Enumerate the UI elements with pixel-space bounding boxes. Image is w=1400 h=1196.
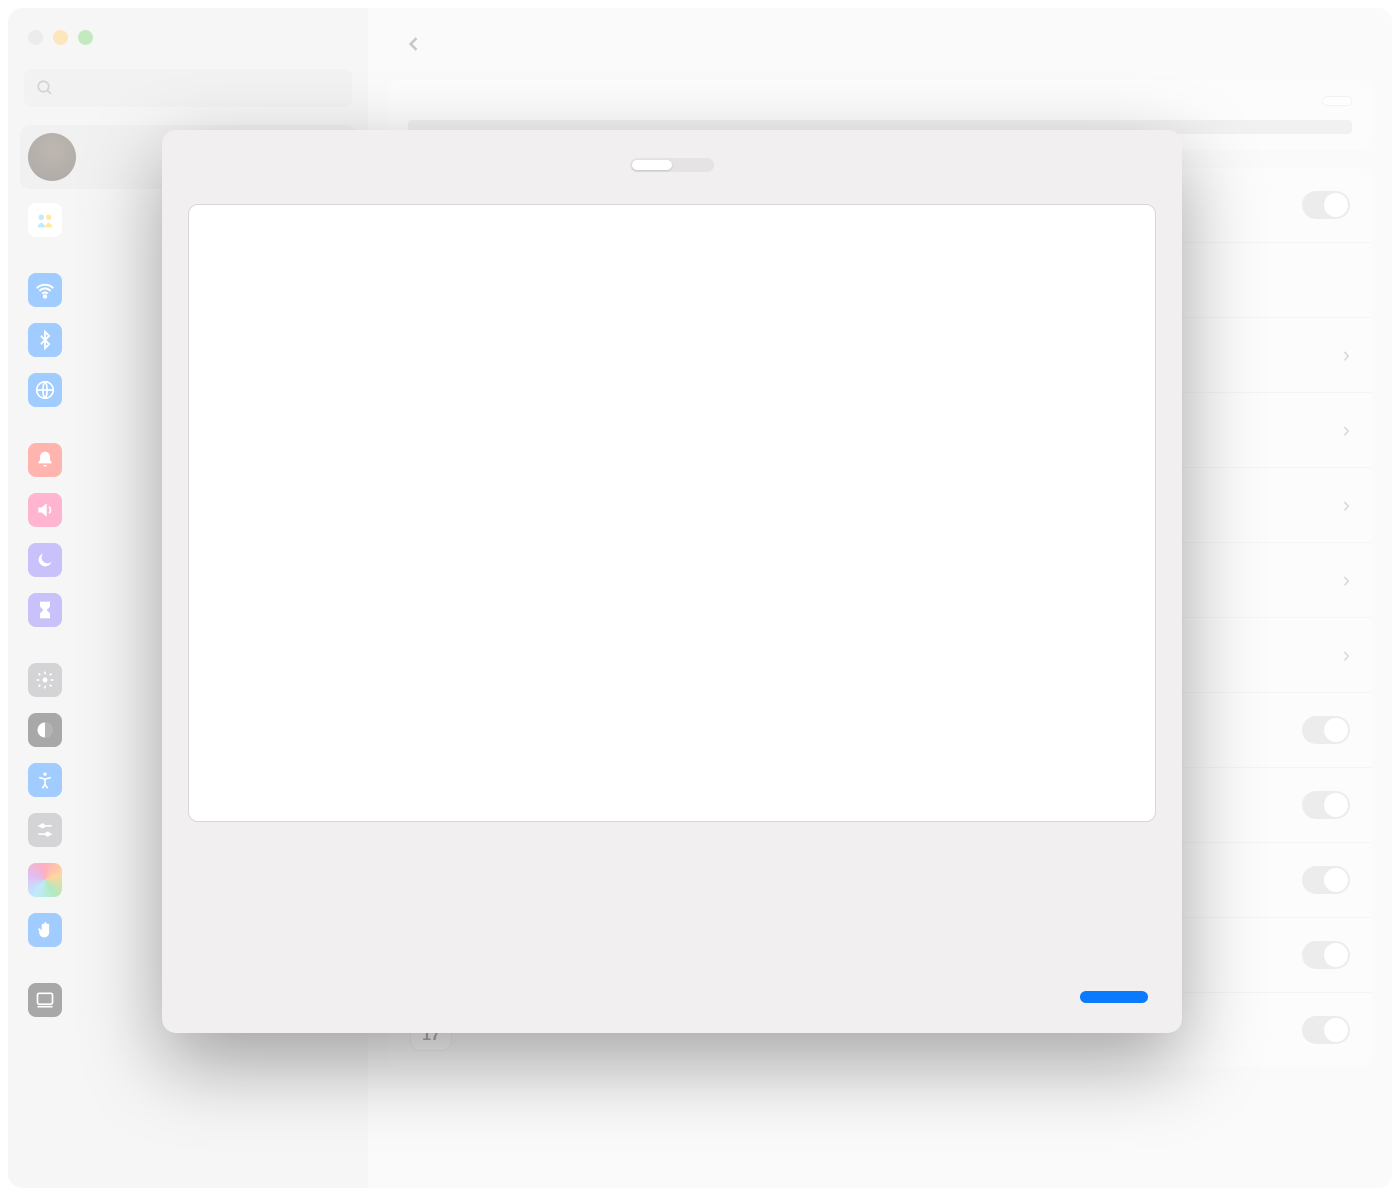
tab-documents[interactable] <box>632 160 672 170</box>
tab-lookmeup[interactable] <box>672 160 712 170</box>
app-checkbox-list <box>188 204 1156 822</box>
tab-segment <box>630 158 714 172</box>
modal-description <box>162 190 1182 204</box>
done-button[interactable] <box>1080 991 1148 1003</box>
icloud-documents-sheet <box>162 130 1182 1033</box>
